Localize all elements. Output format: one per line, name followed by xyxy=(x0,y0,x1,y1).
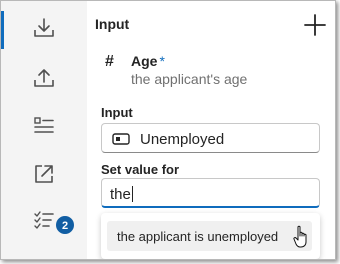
rail-item-export[interactable] xyxy=(1,55,87,103)
hand-pointer-icon xyxy=(293,225,307,248)
set-value-label: Set value for xyxy=(101,162,180,177)
export-icon xyxy=(34,69,54,87)
text-field-icon xyxy=(112,133,130,145)
input-panel: Input # Age * the applicant's age Input U… xyxy=(87,1,335,259)
parameter-description: the applicant's age xyxy=(131,71,248,87)
input-value-field[interactable]: Unemployed xyxy=(101,123,320,153)
rail-item-checklist[interactable]: 2 xyxy=(1,197,87,245)
add-button[interactable] xyxy=(302,12,328,38)
list-icon xyxy=(34,117,54,133)
rail-item-open-external[interactable] xyxy=(1,151,87,199)
input-value: Unemployed xyxy=(140,131,225,148)
required-marker: * xyxy=(159,53,165,69)
import-icon xyxy=(34,18,54,37)
side-rail: 2 xyxy=(1,1,87,259)
suggestion-option-label: the applicant is unemployed xyxy=(117,229,279,244)
suggestion-option[interactable]: the applicant is unemployed xyxy=(107,221,312,251)
set-value-text: the xyxy=(110,186,133,203)
rail-item-list[interactable] xyxy=(1,103,87,151)
input-label: Input xyxy=(101,105,133,120)
window: 2 Input # Age * the applicant's age Input… xyxy=(0,0,336,260)
set-value-typed: the xyxy=(110,186,131,203)
set-value-input[interactable]: the xyxy=(101,178,320,208)
notification-badge: 2 xyxy=(55,215,75,235)
parameter-name: Age * xyxy=(131,53,165,69)
panel-title: Input xyxy=(95,16,130,32)
plus-icon xyxy=(304,14,326,36)
rail-item-import[interactable] xyxy=(1,5,87,53)
hash-icon: # xyxy=(105,53,114,70)
checklist-icon xyxy=(34,211,54,229)
open-external-icon xyxy=(35,165,53,183)
suggestion-dropdown: the applicant is unemployed xyxy=(101,213,320,259)
text-caret xyxy=(131,186,133,202)
parameter-name-text: Age xyxy=(131,53,158,69)
